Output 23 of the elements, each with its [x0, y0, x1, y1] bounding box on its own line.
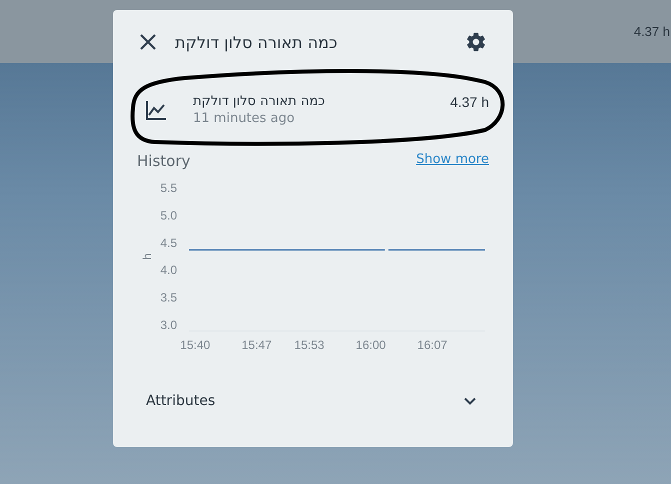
y-tick-label: 4.0 [160, 263, 177, 278]
entity-state: 4.37 h [450, 94, 489, 110]
y-tick-label: 3.0 [160, 318, 177, 332]
show-more-link[interactable]: Show more [416, 152, 489, 170]
chart-line-icon [145, 99, 167, 121]
x-tick-label: 16:00 [356, 338, 386, 352]
x-tick-label: 15:53 [294, 338, 324, 352]
y-tick-label: 5.0 [160, 208, 177, 222]
attributes-label: Attributes [146, 393, 216, 409]
state-value: 4.37 h [634, 24, 670, 39]
section-heading: History [137, 152, 190, 170]
y-tick-label: 5.5 [160, 181, 177, 195]
last-changed-time: 11 minutes ago [193, 111, 296, 126]
entity-name: כמה תאורה סלון דולקת [193, 94, 326, 109]
dialog-title: כמה תאורה סלון דולקת [175, 32, 338, 52]
x-tick-label: 15:40 [180, 338, 210, 352]
y-axis-label: h [141, 253, 154, 260]
y-tick-label: 4.5 [160, 236, 177, 250]
y-tick-label: 3.5 [160, 290, 177, 305]
settings-icon [465, 31, 487, 53]
x-tick-label: 15:47 [242, 338, 272, 352]
close-icon [139, 33, 157, 51]
x-tick-label: 16:07 [417, 338, 448, 352]
